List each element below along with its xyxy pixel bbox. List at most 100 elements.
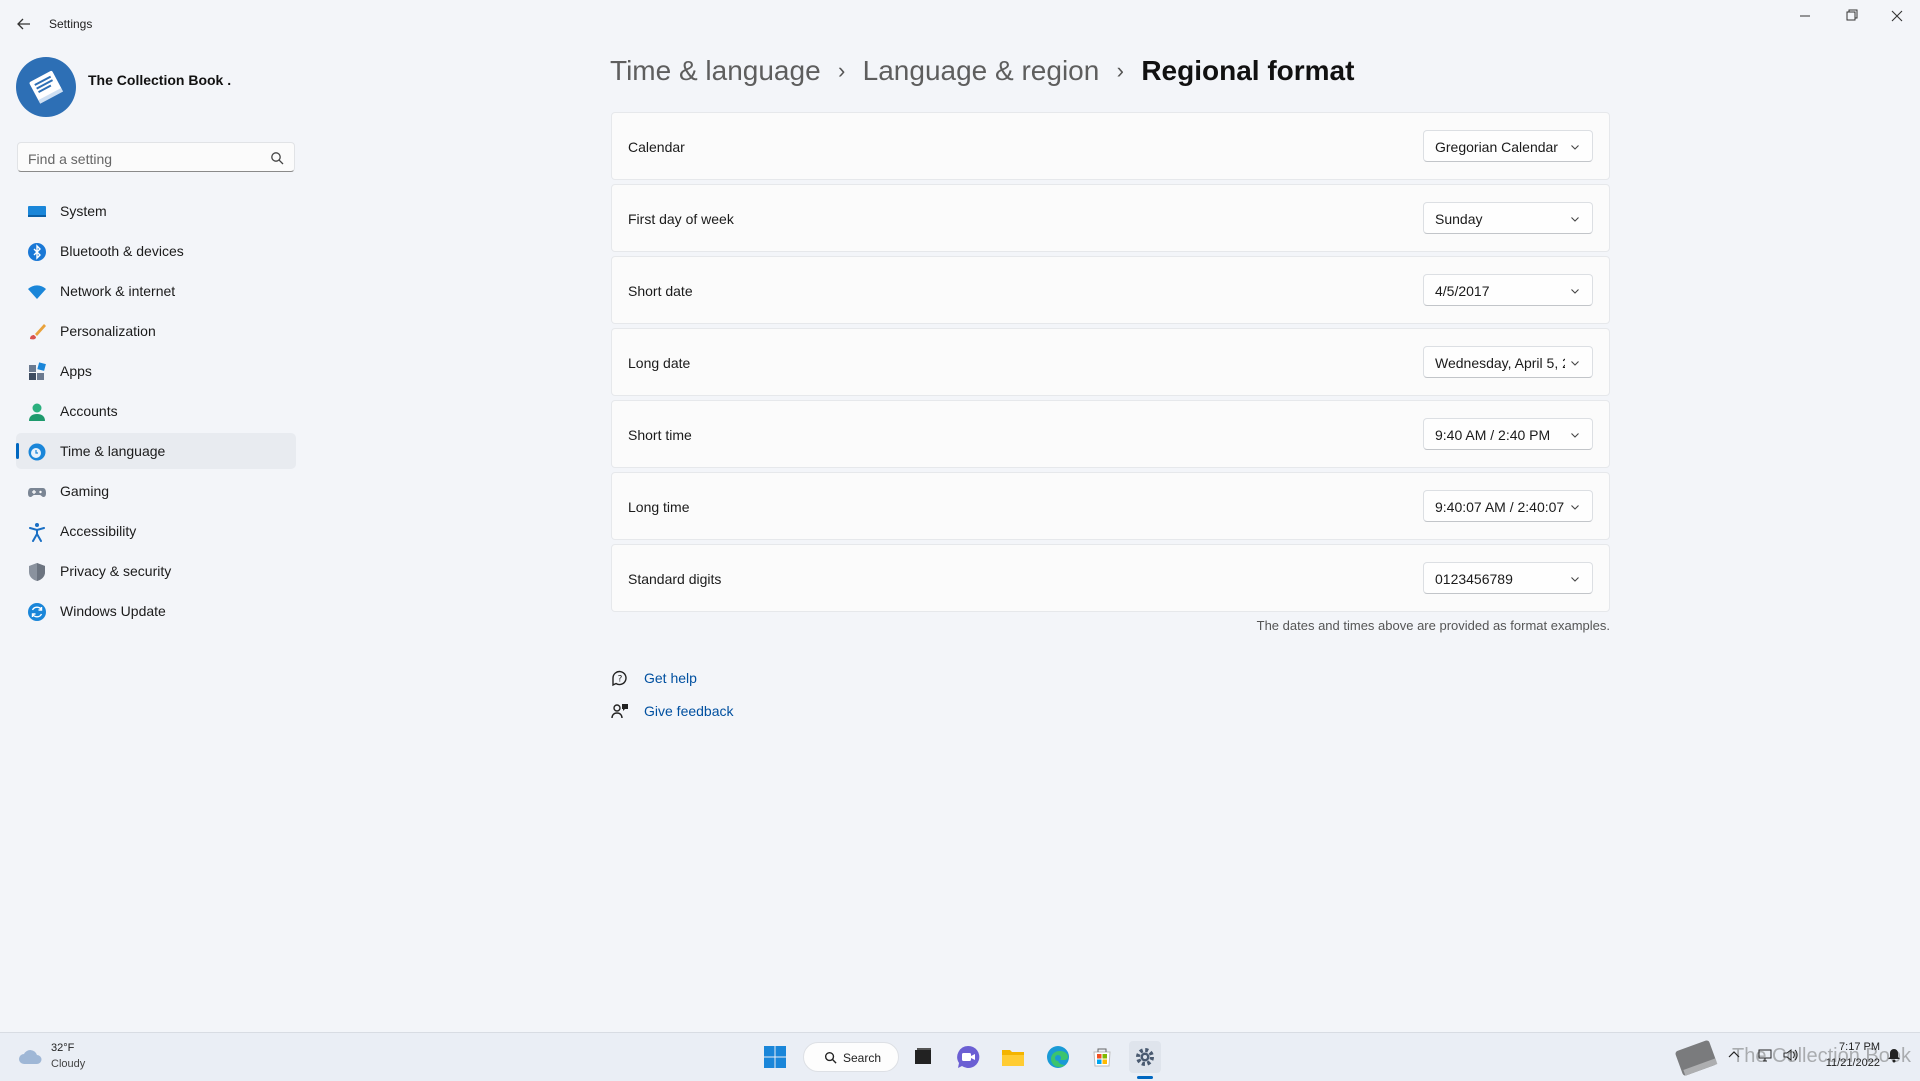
sidebar-item-windows-update[interactable]: Windows Update [16, 593, 296, 629]
weather-description: Cloudy [51, 1058, 86, 1070]
back-arrow-icon[interactable] [14, 14, 34, 34]
setting-card-long-time: Long time 9:40:07 AM / 2:40:07 PM [611, 472, 1610, 540]
sidebar-item-accounts[interactable]: Accounts [16, 393, 296, 429]
calendar-dropdown[interactable]: Gregorian Calendar [1423, 130, 1593, 162]
sidebar-item-bluetooth[interactable]: Bluetooth & devices [16, 233, 296, 269]
dropdown-value: Wednesday, April 5, 2017 [1435, 355, 1565, 371]
app-title: Settings [49, 17, 93, 31]
settings-search[interactable] [17, 142, 295, 172]
minimize-button[interactable] [1790, 6, 1820, 26]
setting-label: Short time [628, 427, 692, 443]
give-feedback-link[interactable]: Give feedback [644, 703, 734, 719]
avatar[interactable] [16, 57, 76, 117]
page-title: Regional format [1141, 55, 1355, 86]
update-icon [28, 603, 46, 621]
dropdown-value: Sunday [1435, 211, 1483, 227]
sidebar-item-time-language[interactable]: Time & language [16, 433, 296, 469]
standard-digits-dropdown[interactable]: 0123456789 [1423, 562, 1593, 594]
setting-label: Calendar [628, 139, 685, 155]
setting-label: Long date [628, 355, 691, 371]
feedback-icon [611, 704, 628, 719]
sidebar-item-apps[interactable]: Apps [16, 353, 296, 389]
dropdown-value: 9:40 AM / 2:40 PM [1435, 427, 1551, 443]
long-time-dropdown[interactable]: 9:40:07 AM / 2:40:07 PM [1423, 490, 1593, 522]
sidebar-item-privacy-security[interactable]: Privacy & security [16, 553, 296, 589]
search-input[interactable] [26, 148, 260, 170]
time-language-icon [28, 443, 46, 461]
sidebar-nav: System Bluetooth & devices Network & int… [16, 193, 296, 633]
restore-button[interactable] [1836, 6, 1866, 26]
breadcrumb-separator: › [1116, 58, 1124, 83]
chevron-down-icon [1571, 145, 1579, 150]
dropdown-value: Gregorian Calendar [1435, 139, 1558, 155]
sidebar-item-label: Bluetooth & devices [60, 243, 184, 259]
regional-format-settings: Calendar Gregorian Calendar First day of… [611, 112, 1610, 616]
taskbar-search[interactable]: Search [803, 1042, 899, 1072]
chevron-down-icon [1571, 505, 1579, 510]
first-day-of-week-dropdown[interactable]: Sunday [1423, 202, 1593, 234]
setting-label: Standard digits [628, 571, 722, 587]
breadcrumb-time-language[interactable]: Time & language [610, 55, 821, 86]
chevron-down-icon [1571, 361, 1579, 366]
chevron-up-icon[interactable] [1726, 1047, 1742, 1063]
clock-date[interactable]: 11/21/2022 [1826, 1057, 1880, 1069]
active-app-indicator [1137, 1076, 1153, 1079]
sidebar-item-gaming[interactable]: Gaming [16, 473, 296, 509]
dropdown-value: 0123456789 [1435, 571, 1513, 587]
microsoft-store-icon[interactable] [1086, 1041, 1118, 1073]
taskbar-search-label: Search [843, 1051, 882, 1065]
close-button[interactable] [1882, 6, 1912, 26]
setting-card-short-date: Short date 4/5/2017 [611, 256, 1610, 324]
cloud-icon [19, 1050, 42, 1064]
bluetooth-icon [28, 243, 46, 261]
book-logo-icon [29, 71, 64, 104]
task-view-icon[interactable] [907, 1041, 939, 1073]
sidebar-item-accessibility[interactable]: Accessibility [16, 513, 296, 549]
setting-card-calendar: Calendar Gregorian Calendar [611, 112, 1610, 180]
sidebar-item-system[interactable]: System [16, 193, 296, 229]
breadcrumb: Time & language › Language & region › Region… [610, 55, 1354, 87]
start-button[interactable] [759, 1041, 791, 1073]
wifi-icon [28, 285, 46, 299]
sidebar-item-personalization[interactable]: Personalization [16, 313, 296, 349]
edge-browser-icon[interactable] [1042, 1041, 1074, 1073]
apps-icon [29, 362, 46, 380]
settings-gear-icon[interactable] [1129, 1041, 1161, 1073]
sidebar-item-label: Accounts [60, 403, 118, 419]
weather-temperature: 32°F [51, 1042, 75, 1054]
chevron-down-icon [1571, 577, 1579, 582]
notification-bell-icon[interactable] [1886, 1047, 1902, 1063]
sidebar-item-label: Network & internet [60, 283, 176, 299]
sidebar-item-label: Privacy & security [60, 563, 172, 579]
breadcrumb-language-region[interactable]: Language & region [863, 55, 1100, 86]
watermark-book-icon [1675, 1040, 1718, 1076]
chevron-down-icon [1571, 433, 1579, 438]
sidebar-item-label: Time & language [60, 443, 166, 459]
get-help-link[interactable]: Get help [644, 670, 697, 686]
user-name: The Collection Book . [88, 72, 232, 88]
dropdown-value: 4/5/2017 [1435, 283, 1490, 299]
network-icon[interactable] [1757, 1047, 1773, 1063]
volume-icon[interactable] [1782, 1047, 1798, 1063]
get-help-icon: ? [612, 670, 627, 687]
short-time-dropdown[interactable]: 9:40 AM / 2:40 PM [1423, 418, 1593, 450]
long-date-dropdown[interactable]: Wednesday, April 5, 2017 [1423, 346, 1593, 378]
system-icon [28, 206, 46, 217]
accessibility-icon [29, 523, 45, 542]
chat-icon[interactable] [952, 1041, 984, 1073]
breadcrumb-separator: › [837, 58, 846, 83]
sidebar-item-network[interactable]: Network & internet [16, 273, 296, 309]
file-explorer-icon[interactable] [997, 1041, 1029, 1073]
taskbar: 32°F Cloudy Search The Collection Book 7… [0, 1032, 1920, 1081]
svg-text:?: ? [618, 675, 623, 685]
chevron-down-icon [1571, 217, 1579, 222]
sidebar-item-label: Apps [60, 363, 92, 379]
setting-label: Long time [628, 499, 690, 515]
short-date-dropdown[interactable]: 4/5/2017 [1423, 274, 1593, 306]
search-icon[interactable] [270, 151, 284, 165]
sidebar-item-label: System [60, 203, 107, 219]
sidebar-item-label: Windows Update [60, 603, 166, 619]
clock-time[interactable]: 7:17 PM [1839, 1041, 1880, 1053]
account-icon [29, 403, 45, 421]
chevron-down-icon [1571, 289, 1579, 294]
